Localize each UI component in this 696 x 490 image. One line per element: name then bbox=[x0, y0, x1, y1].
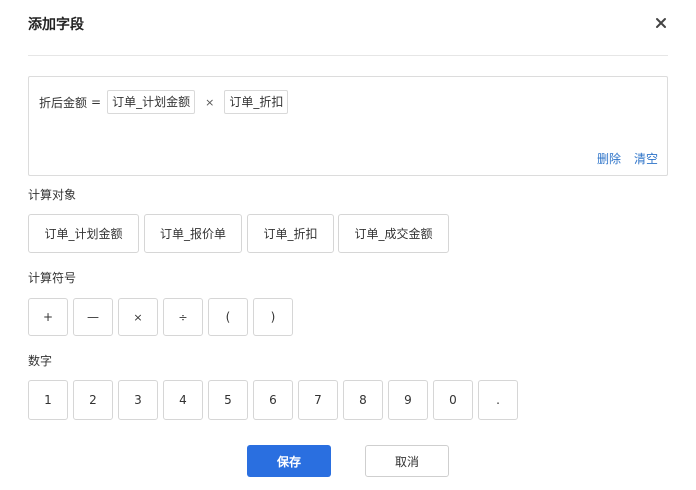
object-button[interactable]: 订单_折扣 bbox=[247, 214, 334, 253]
formula-equals: = bbox=[91, 95, 102, 109]
number-button[interactable]: 1 bbox=[28, 380, 68, 420]
header-divider bbox=[28, 55, 668, 56]
formula-token[interactable]: 订单_折扣 bbox=[224, 90, 289, 114]
object-button[interactable]: 订单_成交金额 bbox=[338, 214, 449, 253]
formula-actions: 删除 清空 bbox=[597, 150, 658, 167]
number-button[interactable]: 2 bbox=[73, 380, 113, 420]
number-button[interactable]: 0 bbox=[433, 380, 473, 420]
numbers-section-label: 数字 bbox=[28, 354, 53, 368]
operator-close-paren-button[interactable]: ) bbox=[253, 298, 293, 336]
number-button[interactable]: 3 bbox=[118, 380, 158, 420]
object-button[interactable]: 订单_报价单 bbox=[144, 214, 242, 253]
number-button[interactable]: 8 bbox=[343, 380, 383, 420]
operator-divide-button[interactable]: ÷ bbox=[163, 298, 203, 336]
save-button[interactable]: 保存 bbox=[247, 445, 331, 477]
formula-field-name: 折后金额 bbox=[39, 95, 88, 110]
operator-minus-button[interactable]: — bbox=[73, 298, 113, 336]
decimal-point-button[interactable]: . bbox=[478, 380, 518, 420]
dialog-header: 添加字段 bbox=[0, 0, 696, 56]
formula-token[interactable]: 订单_计划金额 bbox=[107, 90, 196, 114]
cancel-button[interactable]: 取消 bbox=[365, 445, 449, 477]
dialog-title: 添加字段 bbox=[28, 17, 84, 33]
close-icon[interactable] bbox=[652, 14, 670, 32]
number-button[interactable]: 5 bbox=[208, 380, 248, 420]
operator-plus-button[interactable]: + bbox=[28, 298, 68, 336]
objects-section-label: 计算对象 bbox=[28, 188, 77, 202]
object-button[interactable]: 订单_计划金额 bbox=[28, 214, 139, 253]
clear-link[interactable]: 清空 bbox=[634, 150, 658, 167]
operator-multiply-button[interactable]: × bbox=[118, 298, 158, 336]
delete-link[interactable]: 删除 bbox=[597, 150, 621, 167]
number-button[interactable]: 6 bbox=[253, 380, 293, 420]
formula-editor[interactable]: 折后金额 = 订单_计划金额 × 订单_折扣 删除 清空 bbox=[28, 76, 668, 176]
formula-operator[interactable]: × bbox=[205, 96, 214, 109]
number-button[interactable]: 4 bbox=[163, 380, 203, 420]
operators-section-label: 计算符号 bbox=[28, 271, 77, 285]
number-button[interactable]: 9 bbox=[388, 380, 428, 420]
operator-open-paren-button[interactable]: ( bbox=[208, 298, 248, 336]
formula-expression: 折后金额 = 订单_计划金额 × 订单_折扣 bbox=[39, 90, 289, 114]
number-button[interactable]: 7 bbox=[298, 380, 338, 420]
